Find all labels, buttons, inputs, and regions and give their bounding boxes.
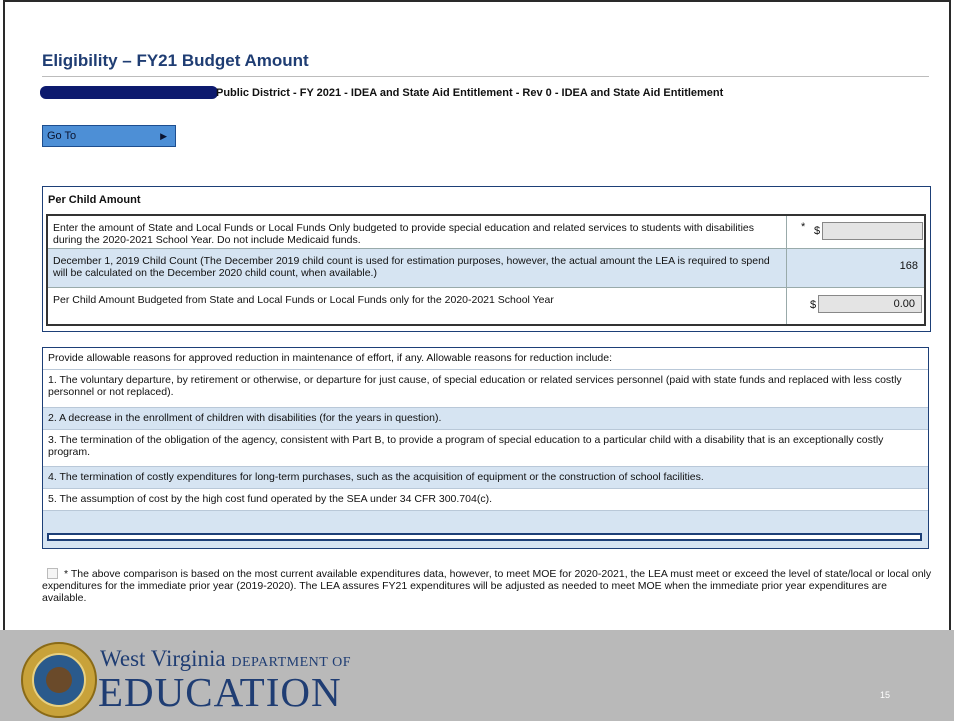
per-child-amount-panel: Per Child Amount Enter the amount of Sta… xyxy=(42,186,931,332)
seal-inner-ring xyxy=(32,653,86,707)
reduction-reasons-panel: Provide allowable reasons for approved r… xyxy=(42,347,929,549)
list-item: 2. A decrease in the enrollment of child… xyxy=(43,408,928,430)
row-label: Per Child Amount Budgeted from State and… xyxy=(53,294,554,306)
chevron-right-icon: ▶ xyxy=(160,131,167,141)
list-item: 3. The termination of the obligation of … xyxy=(43,430,928,467)
title-divider xyxy=(42,76,929,77)
state-local-funds-input[interactable] xyxy=(822,222,923,240)
page-subtitle: Public District - FY 2021 - IDEA and Sta… xyxy=(216,87,724,99)
state-seal-icon xyxy=(21,642,97,718)
table-row: Per Child Amount Budgeted from State and… xyxy=(48,288,924,324)
reason-text: 4. The termination of costly expenditure… xyxy=(48,471,704,483)
go-to-button[interactable]: Go To ▶ xyxy=(42,125,176,147)
reason-text: 5. The assumption of cost by the high co… xyxy=(48,493,492,505)
table-row: Enter the amount of State and Local Fund… xyxy=(48,216,924,249)
reason-text: 2. A decrease in the enrollment of child… xyxy=(48,412,442,424)
per-child-amount-field: 0.00 xyxy=(818,295,922,313)
reason-text: 3. The termination of the obligation of … xyxy=(48,434,884,458)
redaction-mark xyxy=(40,86,218,99)
child-count-value: 168 xyxy=(899,260,918,272)
reasons-intro: Provide allowable reasons for approved r… xyxy=(43,348,928,370)
assurance-text: * The above comparison is based on the m… xyxy=(42,568,932,604)
currency-symbol: $ xyxy=(814,225,821,237)
value-cell: $ 0.00 xyxy=(786,288,924,324)
per-child-table: Enter the amount of State and Local Fund… xyxy=(46,214,926,326)
brand-state: West Virginia xyxy=(100,646,226,671)
panel-header: Per Child Amount xyxy=(48,194,141,206)
row-label: December 1, 2019 Child Count (The Decemb… xyxy=(53,255,770,279)
required-mark: * xyxy=(801,221,806,233)
brand-dept: DEPARTMENT OF xyxy=(231,655,351,670)
reasons-textarea[interactable] xyxy=(47,533,922,541)
reasons-intro-text: Provide allowable reasons for approved r… xyxy=(48,352,613,364)
seal-center xyxy=(46,667,72,693)
value-cell: 168 xyxy=(786,249,924,287)
go-to-label: Go To xyxy=(47,130,77,142)
reason-text: 1. The voluntary departure, by retiremen… xyxy=(48,374,902,398)
slide-number: 15 xyxy=(880,690,891,700)
list-item: 4. The termination of costly expenditure… xyxy=(43,467,928,489)
brand-line-2: EDUCATION xyxy=(98,669,342,715)
value-cell: * $ xyxy=(786,216,924,248)
list-item: 5. The assumption of cost by the high co… xyxy=(43,489,928,511)
row-label: Enter the amount of State and Local Fund… xyxy=(53,222,755,246)
list-item: 1. The voluntary departure, by retiremen… xyxy=(43,370,928,408)
table-row: December 1, 2019 Child Count (The Decemb… xyxy=(48,249,924,288)
currency-symbol: $ xyxy=(810,299,817,311)
page-title: Eligibility – FY21 Budget Amount xyxy=(42,51,309,70)
